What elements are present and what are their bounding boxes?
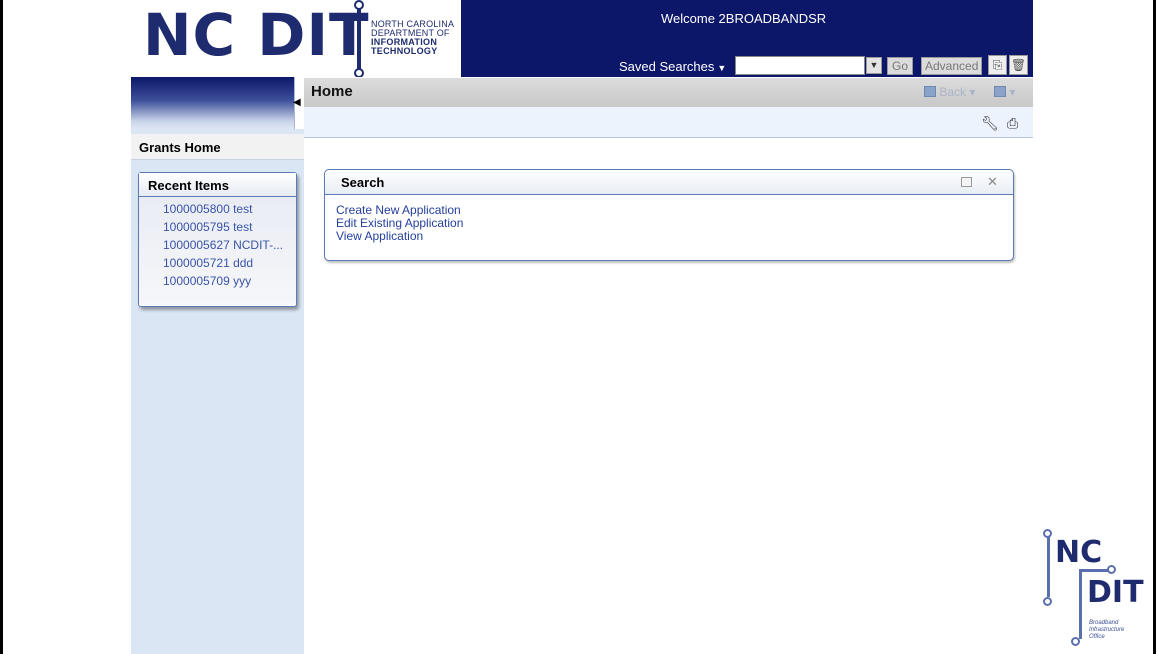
edit-existing-application-link[interactable]: Edit Existing Application (336, 217, 1002, 230)
recent-item[interactable]: 1000005795 test (139, 218, 296, 236)
sidebar: ◀ Grants Home Recent Items 1000005800 te… (131, 77, 304, 654)
logo-line (1047, 537, 1050, 597)
nc-dit-header-logo: NC DIT NORTH CAROLINA DEPARTMENT OF INFO… (131, 0, 461, 78)
logo-node (1043, 529, 1052, 538)
search-panel: Search ✕ Create New Application Edit Exi… (324, 169, 1014, 261)
advanced-search-button[interactable]: Advanced (921, 57, 983, 75)
recent-item[interactable]: 1000005709 yyy (139, 272, 296, 290)
page-title-bar: Home Back ▾ ▾ (304, 77, 1033, 107)
recent-item[interactable]: 1000005721 ddd (139, 254, 296, 272)
go-button[interactable]: Go (887, 57, 914, 75)
logo-subtitle: Broadband Infrastructure Office (1089, 620, 1124, 641)
logo-node (1043, 597, 1052, 606)
header-bar: Welcome 2BROADBANDSR Saved Searches ▼ ▼ G… (461, 0, 1033, 77)
back-button[interactable]: Back ▾ (924, 85, 975, 99)
forward-button[interactable]: ▾ (994, 85, 1015, 99)
sidebar-banner (131, 77, 294, 129)
search-panel-title: Search (341, 175, 385, 190)
logo-sub-line-2: Infrastructure (1089, 627, 1125, 633)
logo-divider (354, 0, 364, 78)
trash-icon[interactable]: 🗑 (1009, 55, 1028, 75)
logo-node (1071, 637, 1080, 646)
search-panel-header: Search ✕ (325, 170, 1013, 195)
welcome-text: Welcome 2BROADBANDSR (661, 11, 827, 26)
sidebar-collapse-toggle[interactable]: ◀ (293, 77, 304, 129)
recent-item[interactable]: 1000005627 NCDIT-... (139, 236, 296, 254)
wrench-icon[interactable]: 🔧︎ (981, 115, 999, 132)
logo-nc-text: NC (1055, 535, 1103, 570)
search-panel-links: Create New Application Edit Existing App… (325, 195, 1013, 252)
logo-line-4: TECHNOLOGY (371, 46, 438, 56)
close-icon[interactable]: ✕ (987, 174, 998, 190)
chevron-down-icon: ▾ (1009, 85, 1016, 99)
view-application-link[interactable]: View Application (336, 230, 1002, 243)
back-label: Back (939, 85, 967, 99)
back-arrow-icon (924, 86, 936, 97)
page-toolbar: 🔧︎ ⎙ (304, 107, 1033, 138)
recent-item[interactable]: 1000005800 test (139, 200, 296, 218)
recent-items-panel: Recent Items 1000005800 test 1000005795 … (138, 172, 297, 307)
minimize-icon[interactable] (961, 177, 972, 187)
broadband-office-logo: NC DIT Broadband Infrastructure Office (1043, 527, 1148, 652)
recent-items-title: Recent Items (139, 173, 296, 197)
saved-searches-menu[interactable]: Saved Searches ▼ (619, 59, 726, 74)
page-frame-left (0, 0, 3, 654)
logo-department-text: NORTH CAROLINA DEPARTMENT OF INFORMATION… (371, 20, 454, 56)
logo-wordmark: NC DIT (143, 1, 370, 69)
page-title: Home (311, 83, 353, 100)
save-search-icon[interactable]: ⎘ (988, 55, 1007, 75)
logo-line (1079, 569, 1082, 639)
collapse-arrow-icon: ◀ (293, 97, 301, 108)
print-icon[interactable]: ⎙ (1007, 115, 1018, 132)
logo-sub-line-1: Broadband (1089, 620, 1119, 626)
logo-dit-text: DIT (1087, 575, 1144, 610)
chevron-down-icon: ▾ (969, 85, 976, 99)
search-type-dropdown[interactable]: ▼ (866, 57, 882, 74)
grants-home-link[interactable]: Grants Home (131, 134, 304, 160)
logo-sub-line-3: Office (1089, 634, 1105, 640)
forward-arrow-icon (994, 86, 1006, 97)
saved-searches-label: Saved Searches (619, 59, 715, 74)
search-input[interactable] (735, 56, 865, 75)
caret-down-icon: ▼ (717, 63, 727, 73)
logo-node (1107, 565, 1116, 574)
recent-items-list: 1000005800 test 1000005795 test 10000056… (139, 197, 296, 305)
